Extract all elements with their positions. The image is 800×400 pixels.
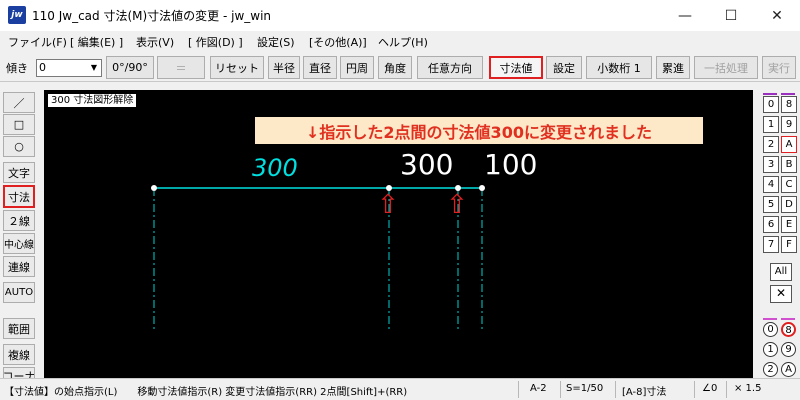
status-separator <box>726 381 727 398</box>
status-separator <box>694 381 695 398</box>
layer-e-button[interactable]: E <box>781 216 797 233</box>
close-icon[interactable]: ✕ <box>770 285 792 303</box>
angle-label: 傾き <box>6 62 28 75</box>
menu-settings[interactable]: 設定(S) <box>257 34 295 50</box>
dimension-value-white-1: 300 <box>400 148 454 181</box>
status-scale[interactable]: S=1/50 <box>566 383 603 394</box>
layer-6-button[interactable]: 6 <box>763 216 779 233</box>
angle-value: 0 <box>39 61 46 74</box>
layer-group-2-button[interactable]: 2 <box>763 362 778 377</box>
arbitrary-direction-button[interactable]: 任意方向 <box>417 56 483 79</box>
all-layers-button[interactable]: All <box>770 263 792 281</box>
cumulative-button[interactable]: 累進 <box>656 56 690 79</box>
continuous-line-button[interactable]: 連線 <box>3 256 35 277</box>
minimize-button[interactable]: — <box>662 0 708 31</box>
angle-select[interactable]: 0 ▼ <box>36 59 102 77</box>
app-icon: jw <box>8 6 26 24</box>
equal-button[interactable]: ＝ <box>157 56 205 79</box>
status-prompt: 【寸法値】の始点指示(L) 移動寸法値指示(R) 変更寸法値指示(RR) 2点間… <box>4 387 408 398</box>
dimension-point-4 <box>479 185 485 191</box>
layer-7-button[interactable]: 7 <box>763 236 779 253</box>
batch-process-button[interactable]: 一括処理 <box>694 56 758 79</box>
layer-group-0-button[interactable]: 0 <box>763 322 778 337</box>
instruction-banner: ↓指示した2点間の寸法値300に変更されました <box>255 117 703 144</box>
text-tool-button[interactable]: 文字 <box>3 162 35 183</box>
layer-f-button[interactable]: F <box>781 236 797 253</box>
range-button[interactable]: 範囲 <box>3 318 35 339</box>
command-label: 300 寸法図形解除 <box>48 94 137 107</box>
layer-group-9-button[interactable]: 9 <box>781 342 796 357</box>
status-separator <box>518 381 519 398</box>
deg-toggle-button[interactable]: 0°/90° <box>106 56 154 79</box>
status-separator <box>560 381 561 398</box>
group-color-bar <box>781 318 795 320</box>
status-zoom[interactable]: × 1.5 <box>734 383 761 394</box>
layer-1-button[interactable]: 1 <box>763 116 779 133</box>
line-tool-icon[interactable]: ／ <box>3 92 35 113</box>
title-bar: jw 110 Jw_cad 寸法(M)寸法値の変更 - jw_win — ☐ ✕ <box>0 0 800 31</box>
layer-color-bar <box>781 93 795 95</box>
menu-edit[interactable]: [ 編集(E) ] <box>70 34 123 50</box>
layer-9-button[interactable]: 9 <box>781 116 797 133</box>
circumference-button[interactable]: 円周 <box>340 56 374 79</box>
status-layer[interactable]: A-2 <box>530 383 547 394</box>
drawing-canvas[interactable]: 300 寸法図形解除 ↓指示した2点間の寸法値300に変更されました 300 3… <box>44 90 753 378</box>
menu-file[interactable]: ファイル(F) <box>8 34 67 50</box>
radius-button[interactable]: 半径 <box>268 56 300 79</box>
angle-button[interactable]: 角度 <box>378 56 412 79</box>
layer-2-button[interactable]: 2 <box>763 136 779 153</box>
toolbar: 傾き 0 ▼ 0°/90° ＝ リセット 半径 直径 円周 角度 任意方向 寸法… <box>0 53 800 82</box>
dimension-value-white-2: 100 <box>484 148 538 181</box>
dimension-value-button[interactable]: 寸法値 <box>489 56 543 79</box>
close-button[interactable]: ✕ <box>754 0 800 31</box>
layer-group-8-button[interactable]: 8 <box>781 322 796 337</box>
menu-draw[interactable]: [ 作図(D) ] <box>188 34 243 50</box>
layer-a-button[interactable]: A <box>781 136 797 153</box>
group-color-bar <box>763 318 777 320</box>
menu-bar: ファイル(F) [ 編集(E) ] 表示(V) [ 作図(D) ] 設定(S) … <box>0 31 800 53</box>
window-title: 110 Jw_cad 寸法(M)寸法値の変更 - jw_win <box>32 9 272 23</box>
layer-3-button[interactable]: 3 <box>763 156 779 173</box>
dimension-point-1 <box>151 185 157 191</box>
dimension-value-cyan: 300 <box>252 154 298 182</box>
menu-view[interactable]: 表示(V) <box>136 34 174 50</box>
chevron-down-icon: ▼ <box>90 63 98 72</box>
layer-5-button[interactable]: 5 <box>763 196 779 213</box>
auto-mode-button[interactable]: AUTO <box>3 282 35 303</box>
double-line-button[interactable]: ２線 <box>3 210 35 231</box>
menu-help[interactable]: ヘルプ(H) <box>378 34 428 50</box>
center-line-button[interactable]: 中心線 <box>3 233 35 254</box>
layer-group-1-button[interactable]: 1 <box>763 342 778 357</box>
execute-button[interactable]: 実行 <box>762 56 796 79</box>
layer-group-a-button[interactable]: A <box>781 362 796 377</box>
layer-b-button[interactable]: B <box>781 156 797 173</box>
dimension-tool-button[interactable]: 寸法 <box>3 185 35 208</box>
circle-tool-icon[interactable]: ○ <box>3 136 35 157</box>
up-arrow-icon: ⇧ <box>377 190 399 220</box>
settings-button[interactable]: 設定 <box>546 56 582 79</box>
layer-c-button[interactable]: C <box>781 176 797 193</box>
decimal-places-button[interactable]: 小数桁 1 <box>586 56 652 79</box>
layer-d-button[interactable]: D <box>781 196 797 213</box>
status-angle[interactable]: ∠0 <box>702 383 717 394</box>
status-separator <box>615 381 616 398</box>
reset-button[interactable]: リセット <box>210 56 264 79</box>
rect-tool-icon[interactable]: □ <box>3 114 35 135</box>
left-tool-panel: ／ □ ○ 文字 寸法 ２線 中心線 連線 AUTO 範囲 複線 コーナ <box>0 82 38 379</box>
layer-color-bar <box>763 93 777 95</box>
copy-line-button[interactable]: 複線 <box>3 344 35 365</box>
status-layer-group[interactable]: [A-8]寸法 <box>622 383 666 398</box>
layer-0-button[interactable]: 0 <box>763 96 779 113</box>
maximize-button[interactable]: ☐ <box>708 0 754 31</box>
diameter-button[interactable]: 直径 <box>303 56 337 79</box>
menu-other[interactable]: [その他(A)] <box>309 34 367 50</box>
layer-panel: 0 1 2 3 4 5 6 7 8 9 A B C D E F All ✕ 0 … <box>760 90 800 378</box>
status-bar: 【寸法値】の始点指示(L) 移動寸法値指示(R) 変更寸法値指示(RR) 2点間… <box>0 378 800 400</box>
layer-4-button[interactable]: 4 <box>763 176 779 193</box>
layer-8-button[interactable]: 8 <box>781 96 797 113</box>
up-arrow-icon: ⇧ <box>446 190 468 220</box>
